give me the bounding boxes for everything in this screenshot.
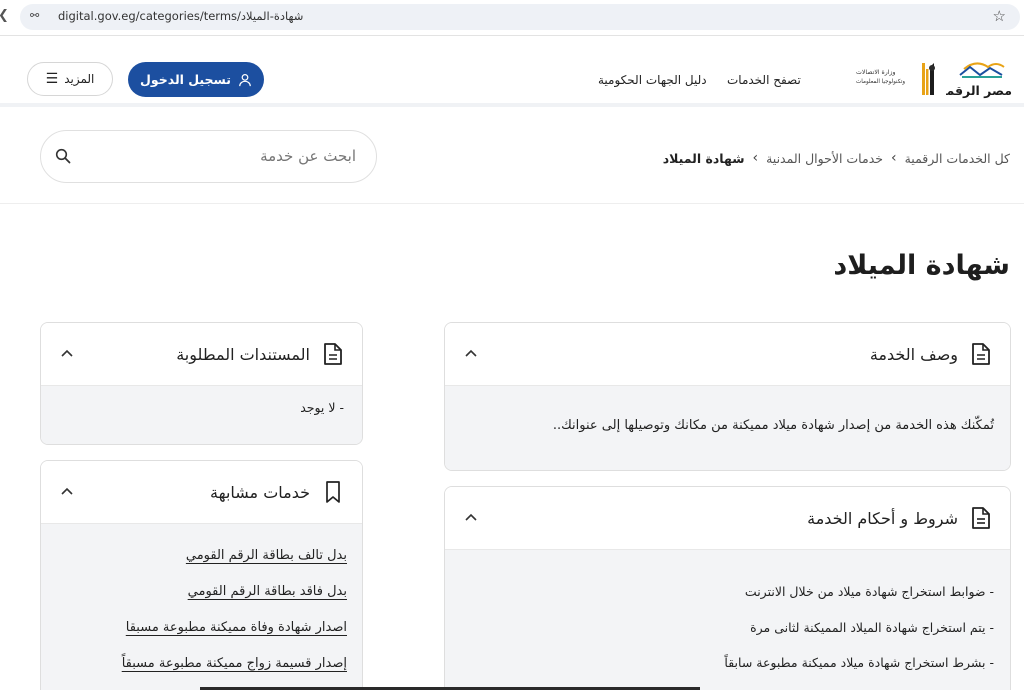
required-documents-text: - لا يوجد	[300, 400, 344, 415]
ministry-logo[interactable]: وزارة الاتصالات وتكنولوجيا المعلومات	[856, 59, 942, 99]
svg-text:وزارة الاتصالات: وزارة الاتصالات	[856, 69, 895, 76]
section-divider	[0, 203, 1024, 204]
related-services-header[interactable]: خدمات مشابهة	[41, 461, 362, 524]
required-documents-title: المستندات المطلوبة	[176, 345, 310, 364]
service-terms-title: شروط و أحكام الخدمة	[807, 509, 958, 528]
terms-item: - يتم استخراج شهادة الميلاد المميكنة لثا…	[750, 620, 994, 635]
more-label: المزيد	[64, 72, 95, 86]
service-description-title: وصف الخدمة	[869, 345, 958, 364]
chevron-up-icon[interactable]	[59, 485, 75, 497]
related-services-body: بدل تالف بطاقة الرقم القومي بدل فاقد بطا…	[41, 524, 362, 690]
browser-address-bar: ❮ ⚯ digital.gov.eg/categories/terms/شهاد…	[0, 0, 1024, 36]
service-description-body: تُمكّنك هذه الخدمة من إصدار شهادة ميلاد …	[445, 386, 1010, 470]
user-icon	[239, 73, 251, 86]
chevron-left-icon: ›	[752, 150, 759, 166]
chevron-up-icon[interactable]	[59, 347, 75, 359]
back-arrow-icon[interactable]: ❮	[0, 8, 9, 23]
service-terms-body: - ضوابط استخراج شهادة ميلاد من خلال الان…	[445, 550, 1010, 690]
more-menu-button[interactable]: المزيد ☰	[27, 62, 113, 96]
service-description-card: وصف الخدمة تُمكّنك هذه الخدمة من إصدار ش…	[444, 322, 1011, 471]
url-text[interactable]: digital.gov.eg/categories/terms/شهادة-ال…	[58, 9, 303, 23]
chevron-up-icon[interactable]	[463, 347, 479, 359]
related-service-link[interactable]: بدل تالف بطاقة الرقم القومي	[186, 548, 347, 563]
service-description-header[interactable]: وصف الخدمة	[445, 323, 1010, 386]
nav-browse-services[interactable]: تصفح الخدمات	[727, 73, 801, 87]
breadcrumb-current: شهادة الميلاد	[662, 150, 745, 166]
misr-logo-text: مصر الرقمية	[946, 83, 1012, 98]
terms-item: - ضوابط استخراج شهادة ميلاد من خلال الان…	[744, 584, 994, 599]
document-icon	[972, 507, 990, 529]
svg-text:وتكنولوجيا المعلومات: وتكنولوجيا المعلومات	[856, 78, 905, 85]
site-settings-icon[interactable]: ⚯	[30, 9, 39, 22]
nav-gov-directory[interactable]: دليل الجهات الحكومية	[598, 73, 707, 87]
chevron-left-icon: ›	[890, 150, 897, 166]
document-icon	[324, 343, 342, 365]
service-terms-header[interactable]: شروط و أحكام الخدمة	[445, 487, 1010, 550]
breadcrumb-item-all-services[interactable]: كل الخدمات الرقمية	[905, 151, 1010, 166]
search-input[interactable]	[116, 147, 356, 165]
service-search[interactable]	[40, 130, 377, 183]
login-label: تسجيل الدخول	[140, 72, 231, 87]
misr-digital-logo[interactable]: مصر الرقمية	[946, 57, 1014, 101]
login-button[interactable]: تسجيل الدخول	[128, 62, 264, 97]
related-service-link[interactable]: إصدار قسيمة زواج مميكنة مطبوعة مسبقاً	[122, 656, 347, 671]
service-terms-card: شروط و أحكام الخدمة - ضوابط استخراج شهاد…	[444, 486, 1011, 690]
related-service-link[interactable]: اصدار شهادة وفاة مميكنة مطبوعة مسبقا	[126, 620, 347, 635]
hamburger-menu-icon: ☰	[45, 71, 59, 87]
site-header: المزيد ☰ تسجيل الدخول دليل الجهات الحكوم…	[0, 37, 1024, 107]
bookmark-icon	[326, 481, 340, 503]
chevron-up-icon[interactable]	[463, 511, 479, 523]
related-services-title: خدمات مشابهة	[209, 483, 310, 502]
terms-item: - بشرط استخراج شهادة ميلاد مميكنة مطبوعة…	[724, 655, 994, 670]
required-documents-header[interactable]: المستندات المطلوبة	[41, 323, 362, 386]
related-service-link[interactable]: بدل فاقد بطاقة الرقم القومي	[188, 584, 347, 599]
required-documents-body: - لا يوجد	[41, 386, 362, 444]
breadcrumb-item-civil-status[interactable]: خدمات الأحوال المدنية	[766, 151, 883, 166]
page-title: شهادة الميلاد	[833, 250, 1010, 281]
document-icon	[972, 343, 990, 365]
required-documents-card: المستندات المطلوبة - لا يوجد	[40, 322, 363, 445]
url-field[interactable]: ⚯ digital.gov.eg/categories/terms/شهادة-…	[20, 4, 1020, 30]
search-icon[interactable]	[55, 148, 71, 164]
bookmark-star-icon[interactable]: ☆	[993, 7, 1006, 25]
breadcrumb: كل الخدمات الرقمية › خدمات الأحوال المدن…	[663, 150, 1010, 166]
related-services-card: خدمات مشابهة بدل تالف بطاقة الرقم القومي…	[40, 460, 363, 690]
service-description-text: تُمكّنك هذه الخدمة من إصدار شهادة ميلاد …	[552, 418, 994, 433]
